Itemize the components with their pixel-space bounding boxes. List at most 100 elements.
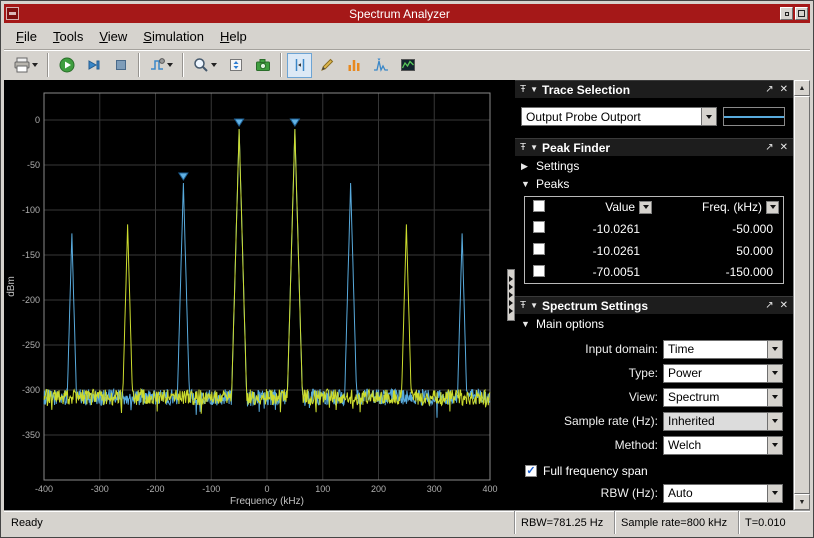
combo-arrow-icon[interactable]: [767, 485, 782, 502]
svg-text:100: 100: [315, 484, 330, 494]
menu-item-help[interactable]: Help: [212, 26, 255, 47]
chevron-right-icon: [509, 292, 513, 298]
svg-text:0: 0: [35, 115, 40, 125]
playback-settings-button[interactable]: [145, 53, 177, 78]
svg-text:200: 200: [371, 484, 386, 494]
peak-finder-button[interactable]: [368, 53, 393, 78]
view-value: Spectrum: [664, 389, 767, 406]
signal-statistics-button[interactable]: [314, 53, 339, 78]
spectrum-plot-svg[interactable]: -400-300-200-10001002003004000-50-100-15…: [4, 80, 515, 510]
trace-style-preview[interactable]: [723, 107, 785, 126]
scroll-down-button[interactable]: ▼: [794, 494, 810, 510]
setting-row-view: View:Spectrum: [515, 385, 793, 409]
sample-rate-hz-select[interactable]: Inherited: [663, 412, 783, 431]
peak-row-checkbox[interactable]: [533, 221, 545, 233]
zoom-button[interactable]: [189, 53, 221, 78]
run-icon: [58, 57, 75, 74]
combo-arrow-icon[interactable]: [767, 365, 782, 382]
print-button[interactable]: [10, 53, 42, 78]
combo-arrow-icon[interactable]: [767, 389, 782, 406]
autoscale-icon: [227, 57, 244, 74]
type-select[interactable]: Power: [663, 364, 783, 383]
spectrogram-button[interactable]: [395, 53, 420, 78]
select-all-checkbox[interactable]: [533, 200, 545, 212]
setting-row-input-domain: Input domain:Time: [515, 337, 793, 361]
trace-select[interactable]: Output Probe Outport: [521, 107, 717, 126]
peaks-table: ValueFreq. (kHz) -10.0261-50.000-10.0261…: [524, 196, 784, 284]
window-menu-button[interactable]: [6, 7, 19, 20]
menu-item-file[interactable]: File: [8, 26, 45, 47]
pin-panel-icon[interactable]: Ŧ: [520, 301, 526, 311]
dropdown-arrow-icon[interactable]: [30, 54, 39, 77]
undock-icon[interactable]: ↗: [765, 301, 773, 311]
scale-y-axis-button[interactable]: [223, 53, 248, 78]
distortion-measurements-button[interactable]: [341, 53, 366, 78]
status-sim-time: T=0.010: [738, 511, 810, 534]
step-forward-button[interactable]: [81, 53, 106, 78]
filter-icon[interactable]: [766, 201, 779, 214]
filter-icon[interactable]: [639, 201, 652, 214]
rbw-select[interactable]: Auto: [663, 484, 783, 503]
snapshot-button[interactable]: [250, 53, 275, 78]
full-frequency-span-checkbox[interactable]: ✓: [525, 465, 537, 477]
stop-button[interactable]: [108, 53, 133, 78]
collapse-panel-icon[interactable]: ▼: [530, 144, 538, 152]
minimize-button[interactable]: [780, 7, 793, 20]
spectrum-plot[interactable]: -400-300-200-10001002003004000-50-100-15…: [4, 80, 515, 510]
undock-icon[interactable]: ↗: [765, 85, 773, 95]
setting-label-type: Type:: [515, 366, 663, 380]
collapse-arrow-icon: ▼: [521, 319, 531, 329]
peak-finder-peaks-toggle[interactable]: ▼ Peaks: [515, 175, 793, 193]
input-domain-value: Time: [664, 341, 767, 358]
svg-text:400: 400: [482, 484, 497, 494]
view-select[interactable]: Spectrum: [663, 388, 783, 407]
title-bar[interactable]: Spectrum Analyzer: [4, 4, 810, 23]
pin-panel-icon[interactable]: Ŧ: [520, 143, 526, 153]
trace-color-swatch: [724, 116, 784, 118]
menu-item-view[interactable]: View: [91, 26, 135, 47]
peak-frequency: -150.000: [656, 262, 783, 284]
close-icon[interactable]: ✕: [780, 85, 788, 95]
peak-row-checkbox[interactable]: [533, 243, 545, 255]
menu-item-simulation[interactable]: Simulation: [135, 26, 212, 47]
combo-arrow-icon[interactable]: [701, 108, 716, 125]
peak-value: -70.0051: [552, 262, 656, 284]
undock-icon[interactable]: ↗: [765, 143, 773, 153]
peak-finder-settings-toggle[interactable]: ▶ Settings: [515, 157, 793, 175]
scroll-up-button[interactable]: ▲: [794, 80, 810, 96]
input-domain-select[interactable]: Time: [663, 340, 783, 359]
scrollbar-thumb[interactable]: [794, 96, 810, 494]
window-menu-icon: [9, 12, 16, 15]
main-options-toggle[interactable]: ▼ Main options: [515, 315, 793, 333]
method-select[interactable]: Welch: [663, 436, 783, 455]
svg-text:-200: -200: [22, 295, 40, 305]
toolbar: [4, 49, 810, 80]
dropdown-arrow-icon[interactable]: [165, 54, 174, 77]
pencil-icon: [318, 57, 335, 74]
svg-text:dBm: dBm: [6, 276, 17, 297]
combo-arrow-icon[interactable]: [767, 341, 782, 358]
dropdown-arrow-icon[interactable]: [209, 54, 218, 77]
status-ready: Ready: [4, 517, 43, 529]
pin-panel-icon[interactable]: Ŧ: [520, 85, 526, 95]
peak-row-checkbox[interactable]: [533, 265, 545, 277]
maximize-button[interactable]: [795, 7, 808, 20]
setting-label-sample-rate-hz: Sample rate (Hz):: [515, 414, 663, 428]
menu-item-tools[interactable]: Tools: [45, 26, 91, 47]
close-icon[interactable]: ✕: [780, 143, 788, 153]
close-icon[interactable]: ✕: [780, 301, 788, 311]
panel-title-trace-selection: Trace Selection: [542, 83, 761, 97]
collapse-panel-icon[interactable]: ▼: [530, 302, 538, 310]
cursor-measurements-button[interactable]: [287, 53, 312, 78]
collapse-panel-icon[interactable]: ▼: [530, 86, 538, 94]
expand-arrow-icon: ▶: [521, 161, 531, 172]
run-button[interactable]: [54, 53, 79, 78]
peaks-table-header-row: ValueFreq. (kHz): [525, 197, 784, 218]
combo-arrow-icon[interactable]: [767, 437, 782, 454]
spectrum-analyzer-window: Spectrum Analyzer FileToolsViewSimulatio…: [0, 0, 814, 538]
panel-scrollbar[interactable]: ▲ ▼: [793, 80, 810, 510]
panel-collapse-handle[interactable]: [507, 269, 515, 321]
section-label-main-options: Main options: [536, 317, 604, 331]
combo-arrow-icon[interactable]: [767, 413, 782, 430]
spectrogram-icon: [399, 57, 416, 74]
